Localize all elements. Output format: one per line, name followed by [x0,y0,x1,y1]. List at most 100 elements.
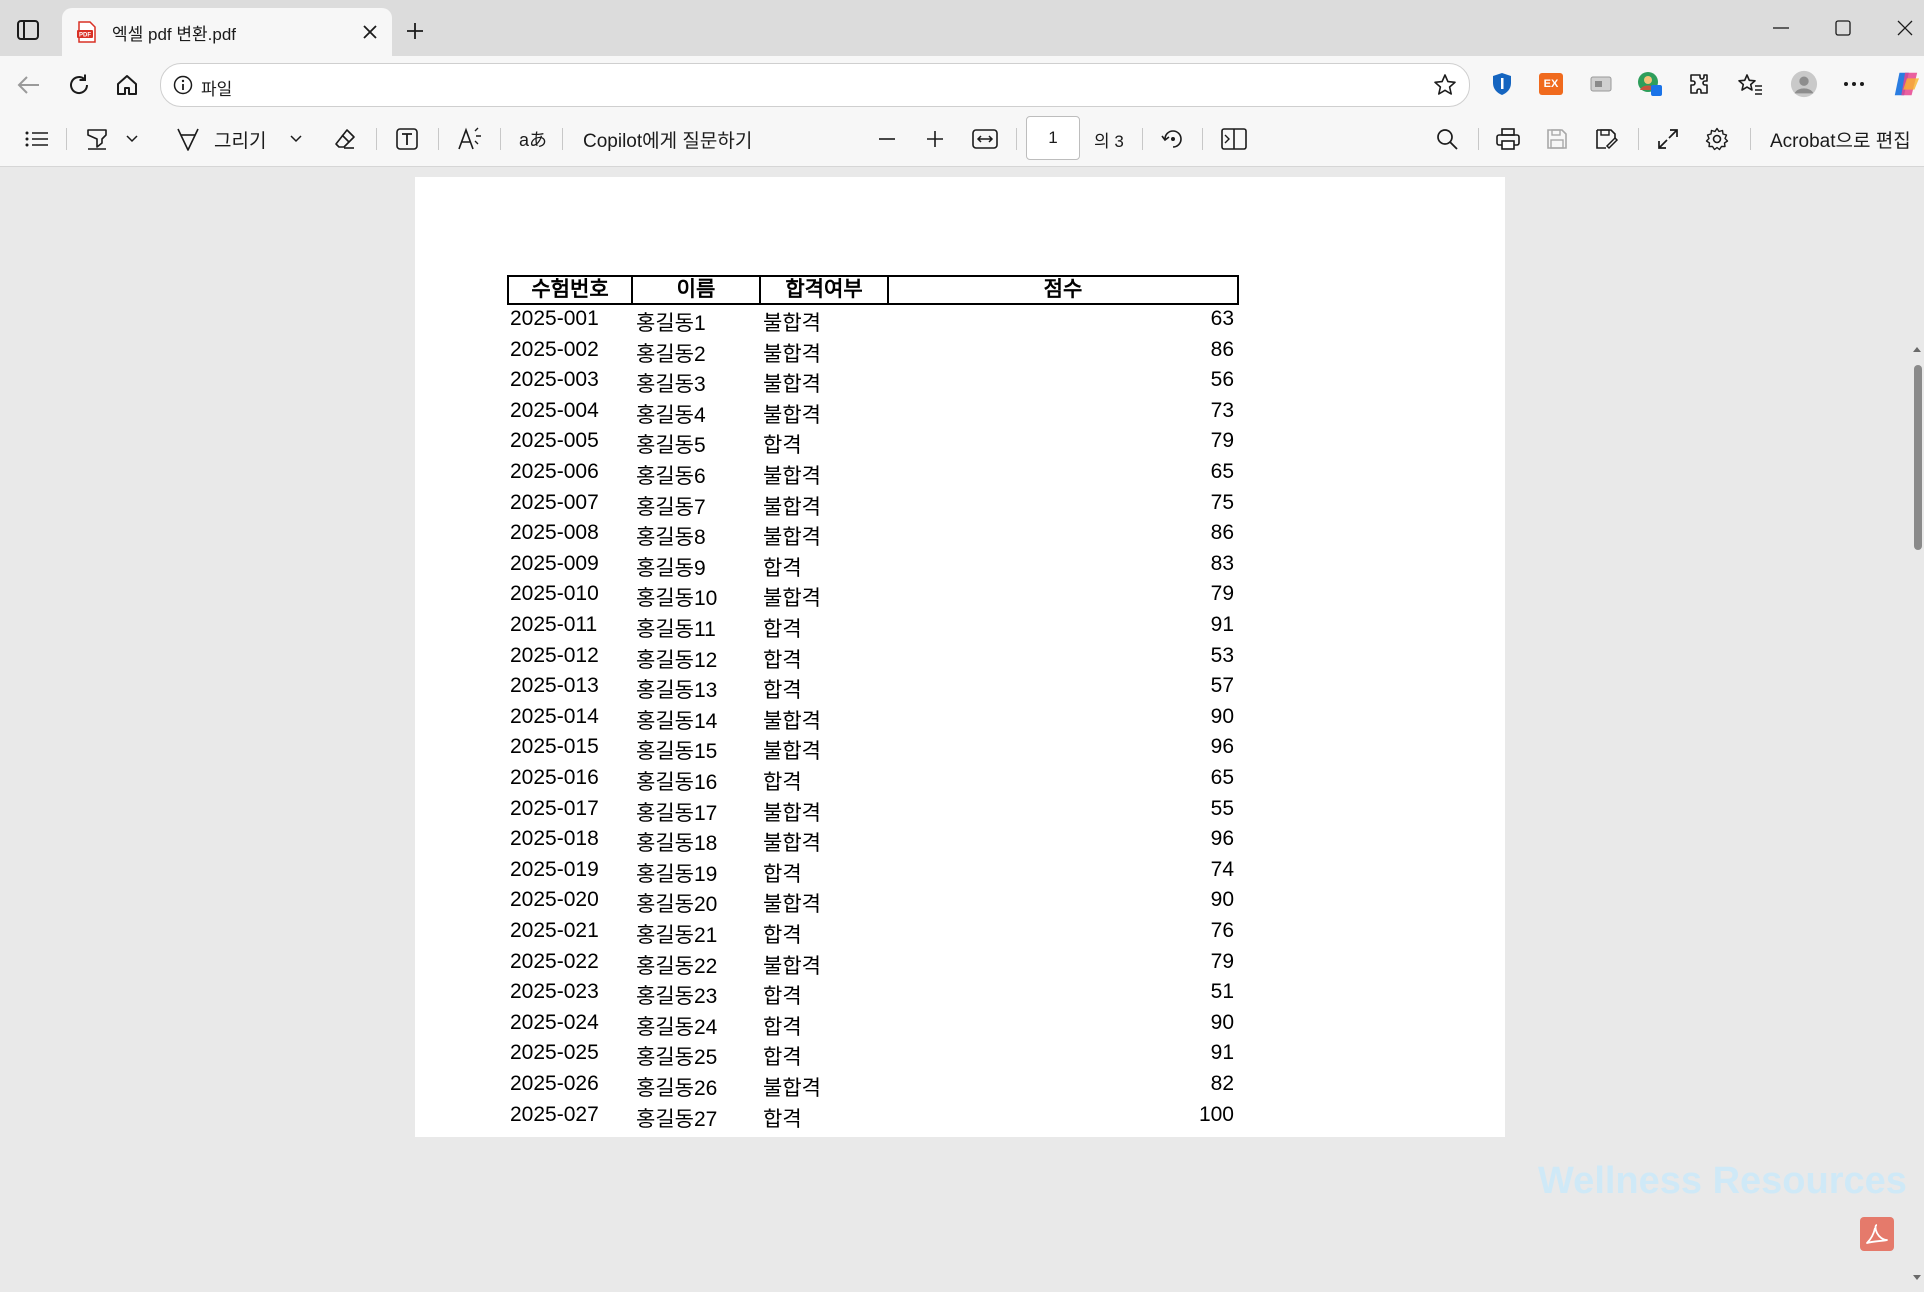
chevron-down-icon[interactable] [286,124,306,154]
cell-exam-number: 2025-011 [510,613,598,636]
pdf-page: 수험번호 이름 합격여부 점수 2025-001 홍길동1 불합격 63 2025-00… [415,177,1505,1137]
title-bar: PDF 엑셀 pdf 변환.pdf [0,0,1924,56]
extensions-puzzle-icon[interactable] [1686,70,1714,98]
contents-list-icon[interactable] [22,124,52,154]
cell-pass-status: 불합격 [763,740,821,764]
cell-exam-number: 2025-026 [510,1072,599,1095]
cell-name: 홍길동24 [636,1015,718,1039]
cell-score: 74 [1210,857,1234,881]
tab-active[interactable]: PDF 엑셀 pdf 변환.pdf [62,8,392,56]
table-row: 2025-015 홍길동15 불합격 96 [415,733,1505,763]
acrobat-edit-button[interactable]: Acrobat으로 편집 [1770,124,1911,154]
read-aloud-icon[interactable] [454,124,486,154]
cell-pass-status: 불합격 [763,1077,821,1100]
home-button[interactable] [110,68,144,102]
column-header: 수험번호 [507,275,633,305]
cell-name: 홍길동3 [636,373,706,397]
cell-name: 홍길동21 [636,924,718,947]
expand-icon[interactable] [1653,124,1683,154]
cell-pass-status: 불합격 [763,495,821,519]
eraser-icon[interactable] [330,124,360,154]
pdf-viewer: 수험번호 이름 합격여부 점수 2025-001 홍길동1 불합격 63 2025-00… [0,167,1924,1280]
cell-name: 홍길동12 [636,648,718,672]
more-options-icon[interactable] [1840,70,1868,98]
close-window-button[interactable] [1882,12,1924,44]
table-row: 2025-010 홍길동10 불합격 79 [415,580,1505,610]
back-button[interactable] [12,68,46,102]
avatar[interactable] [1790,70,1818,98]
cell-pass-status: 합격 [763,556,802,580]
cell-pass-status: 합격 [763,679,802,703]
table-row: 2025-019 홍길동19 합격 74 [415,856,1505,886]
scrollbar[interactable] [1910,337,1924,1292]
new-tab-button[interactable] [400,16,430,46]
cell-name: 홍길동10 [636,587,718,611]
cell-pass-status: 불합격 [763,709,821,733]
chevron-down-icon[interactable] [122,124,142,154]
favorite-star-icon[interactable] [1433,73,1457,97]
table-row: 2025-016 홍길동16 합격 65 [415,764,1505,794]
cell-name: 홍길동4 [636,403,706,427]
translate-icon[interactable]: aあ [515,124,551,154]
table-row: 2025-022 홍길동22 불합격 79 [415,948,1505,978]
page-view-icon[interactable] [1218,124,1250,154]
shield-icon[interactable] [1488,70,1516,98]
cell-score: 96 [1210,827,1234,851]
cell-pass-status: 불합격 [763,893,821,917]
save-as-icon[interactable] [1592,124,1622,154]
cell-exam-number: 2025-016 [510,766,599,789]
cell-exam-number: 2025-004 [510,398,599,422]
table-row: 2025-024 홍길동24 합격 90 [415,1009,1505,1039]
draw-button[interactable]: 그리기 [214,124,266,154]
reader-extension-icon[interactable] [1587,70,1615,98]
table-row: 2025-027 홍길동27 합격 100 [415,1101,1505,1131]
table-row: 2025-021 홍길동21 합격 76 [415,917,1505,947]
cell-exam-number: 2025-020 [510,888,599,912]
minimize-button[interactable] [1758,12,1804,44]
cell-score: 75 [1210,490,1234,514]
table-row: 2025-001 홍길동1 불합격 63 [415,305,1505,335]
page-number-input[interactable]: 1 [1026,116,1080,160]
copilot-icon[interactable] [1892,70,1920,98]
scroll-thumb[interactable] [1914,365,1922,550]
cell-pass-status: 합격 [763,1015,802,1039]
search-icon[interactable] [1432,124,1462,154]
cell-score: 53 [1210,643,1234,667]
tab-title: 엑셀 pdf 변환.pdf [112,24,236,44]
gear-icon[interactable] [1702,124,1732,154]
ex-extension-icon[interactable]: EX [1537,70,1565,98]
cell-pass-status: 불합격 [763,342,821,366]
info-icon[interactable] [173,75,193,95]
highlight-icon[interactable] [82,124,112,154]
draw-icon[interactable] [174,124,202,154]
favorites-icon[interactable] [1736,70,1764,98]
maximize-button[interactable] [1820,12,1866,44]
cell-score: 79 [1210,429,1234,453]
cell-score: 63 [1210,307,1234,330]
cell-pass-status: 불합격 [763,832,821,856]
cell-name: 홍길동18 [636,832,718,856]
zoom-in-icon[interactable] [921,124,949,154]
rotate-icon[interactable] [1158,124,1188,154]
text-box-icon[interactable] [392,124,422,154]
acrobat-icon[interactable] [1860,1217,1894,1251]
tab-actions-icon[interactable] [14,16,42,44]
cell-name: 홍길동22 [636,954,718,978]
cell-pass-status: 합격 [763,648,802,672]
refresh-button[interactable] [62,68,96,102]
save-icon[interactable] [1542,124,1572,154]
cell-score: 100 [1198,1102,1234,1126]
fit-width-icon[interactable] [970,124,1000,154]
cell-name: 홍길동17 [636,801,718,825]
cell-name: 홍길동20 [636,893,718,917]
cell-pass-status: 합격 [763,618,802,641]
cell-exam-number: 2025-015 [510,735,599,759]
cell-score: 96 [1210,735,1234,759]
pdf-icon: PDF [77,21,96,43]
zoom-out-icon[interactable] [873,124,901,154]
print-icon[interactable] [1493,124,1523,154]
address-bar[interactable]: 파일 [160,63,1470,107]
close-icon[interactable] [360,22,380,42]
copilot-ask-button[interactable]: Copilot에게 질문하기 [583,124,752,154]
profile-extension-icon[interactable] [1636,70,1664,98]
